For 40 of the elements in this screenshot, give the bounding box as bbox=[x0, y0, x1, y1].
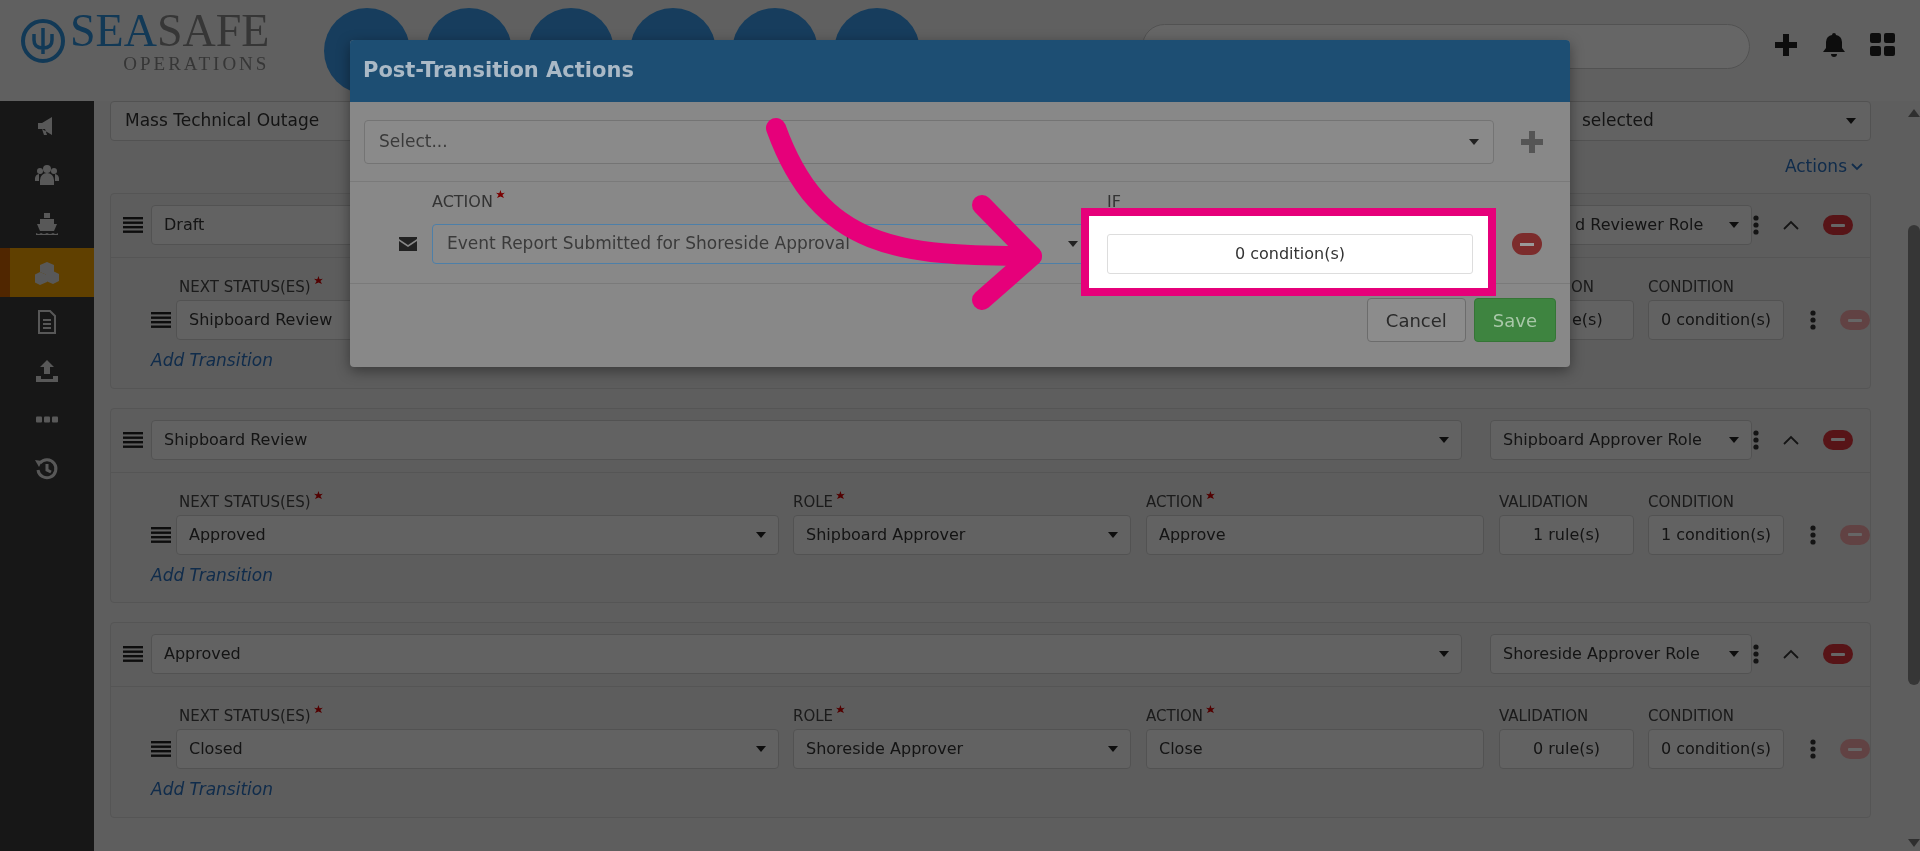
column-label: ROLE bbox=[793, 705, 1131, 729]
field-value: 0 condition(s) bbox=[1234, 243, 1346, 265]
field-value: Approve bbox=[1159, 523, 1226, 546]
field-value: Shoreside Approver bbox=[806, 738, 964, 760]
field-value: Close bbox=[1159, 738, 1203, 760]
field-value: 0 condition(s) bbox=[1660, 738, 1772, 760]
field-value: Shipboard Review bbox=[189, 309, 333, 331]
column-label: VALIDATION bbox=[1499, 491, 1590, 513]
column-label: ROLE bbox=[793, 490, 1131, 515]
column-label: ACTION bbox=[1146, 490, 1484, 515]
field-value: Approved bbox=[189, 523, 266, 546]
field-value: 0 rule(s) bbox=[1532, 738, 1601, 760]
select-value: Event Report Submitted for Shoreside Approval bbox=[447, 232, 850, 256]
column-label: CONDITION bbox=[1648, 491, 1736, 513]
select-value: Draft bbox=[164, 214, 205, 236]
select-value: Approved bbox=[164, 643, 241, 665]
column-label: CONDITION bbox=[1648, 277, 1736, 298]
column-label: CONDITION bbox=[1648, 706, 1736, 727]
select-value: d Reviewer Role bbox=[1575, 214, 1704, 236]
select-value: Mass Technical Outage bbox=[125, 109, 320, 133]
select-value: selected bbox=[1582, 109, 1654, 133]
column-label: ACTION bbox=[432, 190, 1107, 214]
column-label: ACTION bbox=[1146, 705, 1484, 729]
field-value: e(s) bbox=[1572, 309, 1603, 331]
field-value: Shipboard Approver bbox=[806, 523, 966, 546]
field-value: Closed bbox=[189, 738, 243, 760]
field-value: 0 condition(s) bbox=[1660, 309, 1772, 331]
select-placeholder: Select... bbox=[379, 130, 448, 154]
column-label: VALIDATION bbox=[1499, 706, 1590, 727]
select-value: Shipboard Approver Role bbox=[1503, 428, 1702, 451]
field-value: 1 condition(s) bbox=[1660, 523, 1772, 546]
column-label: NEXT STATUS(ES) bbox=[176, 490, 779, 515]
column-label: ON bbox=[1570, 277, 1596, 298]
select-value: Shoreside Approver Role bbox=[1503, 643, 1700, 665]
select-value: Shipboard Review bbox=[164, 428, 308, 451]
dialog-title: Post-Transition Actions bbox=[350, 40, 1570, 102]
column-label: IF bbox=[1107, 191, 1121, 213]
field-value: 1 rule(s) bbox=[1532, 523, 1601, 546]
column-label: NEXT STATUS(ES) bbox=[176, 705, 779, 729]
logo-text: SEA bbox=[70, 8, 157, 54]
